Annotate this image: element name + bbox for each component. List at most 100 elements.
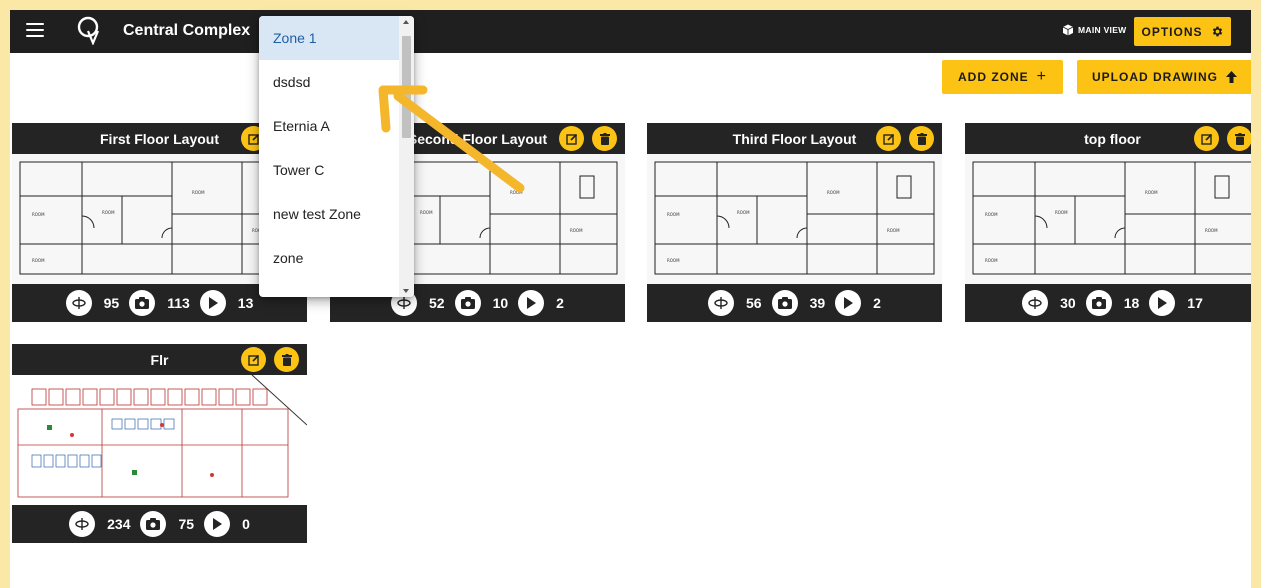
camera-icon[interactable]	[129, 290, 156, 316]
delete-button[interactable]	[909, 126, 934, 151]
camera-icon[interactable]	[1085, 290, 1112, 316]
edit-icon	[247, 354, 259, 366]
camera-icon[interactable]	[140, 511, 167, 537]
svg-text:ROOM: ROOM	[887, 228, 900, 233]
card-actions	[1194, 126, 1252, 151]
stat-photos-count: 39	[809, 295, 826, 311]
stat-panorama-count: 56	[746, 295, 762, 311]
main-view-label: MAIN VIEW	[1078, 25, 1127, 35]
stat-videos-count: 2	[873, 295, 881, 311]
svg-text:ROOM: ROOM	[1205, 228, 1218, 233]
stat-videos: 17	[1149, 290, 1203, 316]
menu-icon[interactable]	[26, 23, 44, 37]
scroll-up-icon[interactable]	[403, 20, 409, 24]
panorama-icon[interactable]	[69, 511, 96, 537]
dropdown-scrollbar[interactable]	[399, 16, 414, 297]
edit-button[interactable]	[241, 347, 266, 372]
svg-text:ROOM: ROOM	[985, 258, 998, 263]
edit-icon	[247, 133, 259, 145]
stat-videos: 2	[518, 290, 564, 316]
floor-drawing-image[interactable]: ROOM ROOM ROOM ROOM ROOM	[647, 154, 942, 284]
stat-photos: 39	[771, 290, 826, 316]
main-view-link[interactable]: MAIN VIEW	[1062, 24, 1127, 36]
floor-title: top floor	[1084, 130, 1141, 147]
stat-videos-count: 0	[242, 516, 250, 532]
stat-photos-count: 75	[178, 516, 195, 532]
options-label: OPTIONS	[1141, 24, 1203, 39]
stat-panorama: 234	[69, 511, 130, 537]
floor-title: Second Floor Layout	[407, 130, 548, 147]
floor-title: Flr	[150, 351, 169, 368]
svg-text:ROOM: ROOM	[827, 190, 840, 195]
floor-drawing-image[interactable]: ROOM ROOM ROOM ROOM ROOM	[965, 154, 1260, 284]
stat-videos-count: 2	[556, 295, 564, 311]
stat-photos-count: 10	[492, 295, 509, 311]
add-zone-button[interactable]: ADD ZONE +	[942, 60, 1063, 94]
edit-button[interactable]	[1194, 126, 1219, 151]
floor-stats: 56 39 2	[647, 284, 942, 322]
upload-drawing-button[interactable]: UPLOAD DRAWING	[1077, 60, 1252, 94]
upload-drawing-label: UPLOAD DRAWING	[1092, 70, 1218, 84]
floor-card-third-floor-layout[interactable]: Third Floor Layout ROOM ROOM ROOM ROOM ROOM 56…	[647, 123, 942, 322]
stat-videos: 2	[835, 290, 881, 316]
gear-icon	[1212, 26, 1222, 37]
stat-videos: 13	[199, 290, 253, 316]
svg-text:ROOM: ROOM	[1055, 210, 1068, 215]
stat-photos: 18	[1085, 290, 1140, 316]
dropdown-scroll-thumb[interactable]	[402, 36, 411, 138]
svg-text:ROOM: ROOM	[192, 190, 205, 195]
svg-text:ROOM: ROOM	[737, 210, 750, 215]
delete-button[interactable]	[1227, 126, 1252, 151]
stat-photos-count: 18	[1123, 295, 1140, 311]
scroll-down-icon[interactable]	[403, 289, 409, 293]
play-icon[interactable]	[835, 290, 862, 316]
trash-icon	[1234, 132, 1245, 145]
zone-option-tower-c[interactable]: Tower C	[259, 148, 399, 192]
stat-panorama-count: 95	[103, 295, 120, 311]
floor-title: Third Floor Layout	[732, 130, 857, 147]
play-icon[interactable]	[199, 290, 226, 316]
upload-arrow-icon	[1226, 71, 1237, 83]
zone-option-zone[interactable]: zone	[259, 236, 399, 280]
zone-option-zone-1[interactable]: Zone 1	[259, 16, 399, 60]
app-title: Central Complex	[123, 22, 251, 39]
panorama-icon[interactable]	[1022, 290, 1049, 316]
svg-text:ROOM: ROOM	[510, 190, 523, 195]
camera-icon[interactable]	[454, 290, 481, 316]
stat-panorama-count: 30	[1060, 295, 1076, 311]
delete-button[interactable]	[592, 126, 617, 151]
zone-option-new-test-zone[interactable]: new test Zone	[259, 192, 399, 236]
camera-icon[interactable]	[771, 290, 798, 316]
svg-text:ROOM: ROOM	[667, 212, 680, 217]
svg-text:ROOM: ROOM	[667, 258, 680, 263]
card-actions	[876, 126, 934, 151]
stat-photos: 75	[140, 511, 194, 537]
play-icon[interactable]	[518, 290, 545, 316]
floor-card-flr[interactable]: Flr 234 75 0	[12, 344, 307, 543]
stat-photos: 113	[129, 290, 190, 316]
card-actions	[559, 126, 617, 151]
svg-text:ROOM: ROOM	[102, 210, 115, 215]
zone-option-eternia-a[interactable]: Eternia A	[259, 104, 399, 148]
panorama-icon[interactable]	[708, 290, 735, 316]
zone-dropdown-menu[interactable]: Zone 1 dsdsd Eternia A Tower C new test …	[259, 16, 414, 297]
floor-drawing-image[interactable]	[12, 375, 307, 505]
options-button[interactable]: OPTIONS	[1134, 17, 1231, 46]
panorama-icon[interactable]	[65, 290, 92, 316]
floor-card-top-floor[interactable]: top floor ROOM ROOM ROOM ROOM ROOM 30 18 17	[965, 123, 1260, 322]
svg-text:ROOM: ROOM	[570, 228, 583, 233]
stat-videos: 0	[204, 511, 250, 537]
edit-button[interactable]	[559, 126, 584, 151]
zone-option-dsdsd[interactable]: dsdsd	[259, 60, 399, 104]
delete-button[interactable]	[274, 347, 299, 372]
top-app-bar: Central Complex MAIN VIEW OPTIONS	[10, 10, 1251, 53]
play-icon[interactable]	[1149, 290, 1176, 316]
trash-icon	[281, 353, 292, 366]
svg-text:ROOM: ROOM	[1145, 190, 1158, 195]
edit-icon	[565, 133, 577, 145]
play-icon[interactable]	[204, 511, 231, 537]
floor-title: First Floor Layout	[100, 130, 219, 147]
stat-panorama: 30	[1022, 290, 1076, 316]
edit-button[interactable]	[876, 126, 901, 151]
plus-icon: +	[1036, 68, 1047, 85]
